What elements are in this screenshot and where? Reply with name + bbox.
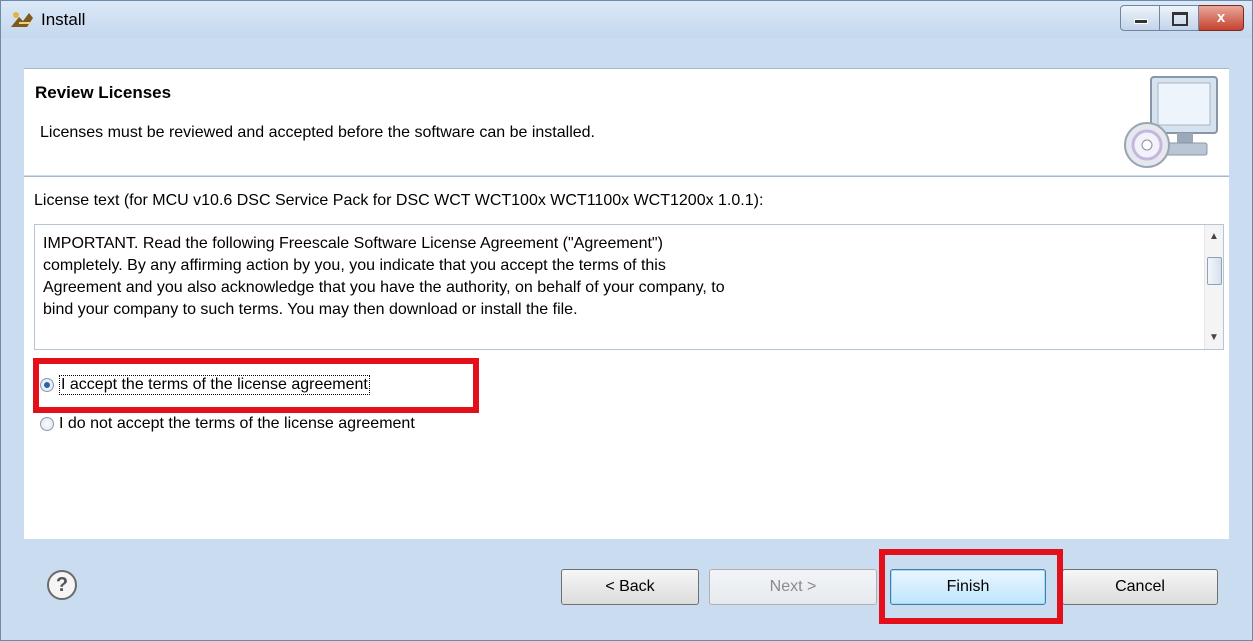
wizard-header: Review Licenses Licenses must be reviewe… — [24, 68, 1229, 175]
accept-label[interactable]: I accept the terms of the license agreem… — [59, 375, 370, 395]
title-bar[interactable]: Install x — [1, 1, 1252, 38]
decline-label[interactable]: I do not accept the terms of the license… — [59, 415, 415, 433]
cancel-button[interactable]: Cancel — [1062, 569, 1218, 605]
close-icon: x — [1216, 9, 1226, 26]
license-text-label: License text (for MCU v10.6 DSC Service … — [34, 192, 764, 209]
maximize-button[interactable] — [1160, 5, 1199, 31]
window-title: Install — [41, 10, 86, 29]
page-title: Review Licenses — [35, 83, 172, 102]
license-panel: License text (for MCU v10.6 DSC Service … — [24, 176, 1229, 539]
license-body-text: IMPORTANT. Read the following Freescale … — [43, 235, 725, 318]
close-button[interactable]: x — [1199, 5, 1244, 31]
scroll-down-icon[interactable]: ▼ — [1209, 332, 1219, 343]
minimize-button[interactable] — [1120, 5, 1160, 31]
finish-button[interactable]: Finish — [890, 569, 1046, 605]
maximize-icon — [1172, 12, 1188, 26]
license-scrollbar[interactable]: ▲ ▼ — [1204, 225, 1223, 349]
window-controls: x — [1120, 5, 1244, 31]
decline-radio[interactable] — [40, 417, 54, 431]
minimize-icon — [1134, 19, 1148, 24]
help-icon[interactable]: ? — [47, 570, 77, 600]
computer-cd-icon — [1124, 76, 1218, 168]
accept-option[interactable]: I accept the terms of the license agreem… — [40, 374, 370, 396]
back-button[interactable]: < Back — [561, 569, 699, 605]
app-icon — [11, 12, 33, 27]
scroll-up-icon[interactable]: ▲ — [1209, 231, 1219, 242]
accept-radio[interactable] — [40, 378, 54, 392]
scroll-thumb[interactable] — [1207, 257, 1222, 285]
page-description: Licenses must be reviewed and accepted b… — [40, 124, 595, 141]
license-textarea[interactable]: IMPORTANT. Read the following Freescale … — [34, 224, 1224, 350]
decline-option[interactable]: I do not accept the terms of the license… — [40, 413, 415, 435]
next-button[interactable]: Next > — [709, 569, 877, 605]
install-window: Install x Review Licenses Licenses must … — [0, 0, 1253, 641]
